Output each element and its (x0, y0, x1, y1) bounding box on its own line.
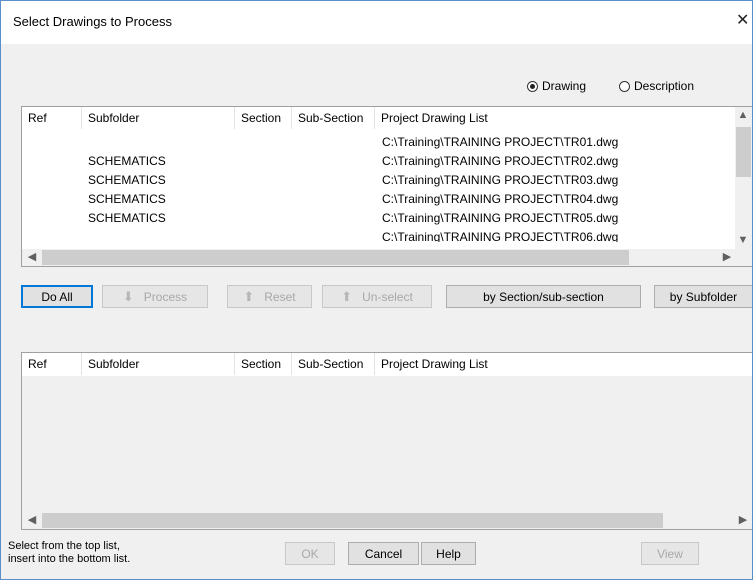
row-subfolder: SCHEMATICS (88, 192, 166, 206)
by-subfolder-button[interactable]: by Subfolder (654, 285, 753, 308)
bottom-col-subsection[interactable]: Sub-Section (292, 353, 375, 375)
scroll-up-icon[interactable]: ▲ (735, 107, 751, 124)
help-button[interactable]: Help (421, 542, 476, 565)
bottom-col-section[interactable]: Section (235, 353, 292, 375)
bottom-horizontal-thumb[interactable] (42, 513, 663, 528)
scroll-right-icon[interactable]: ▶ (735, 512, 751, 529)
radio-drawing-indicator[interactable] (527, 80, 538, 92)
radio-drawing-label: Drawing (542, 79, 587, 93)
bottom-col-subfolder[interactable]: Subfolder (82, 353, 235, 375)
row-path: C:\Training\TRAINING PROJECT\TR02.dwg (382, 154, 619, 168)
bottom-horizontal-scrollbar[interactable]: ◀ ▶ (22, 512, 752, 529)
by-section-button[interactable]: by Section/sub-section (446, 285, 641, 308)
row-subfolder: SCHEMATICS (88, 211, 166, 225)
row-path: C:\Training\TRAINING PROJECT\TR03.dwg (382, 173, 619, 187)
top-col-drawing-list[interactable]: Project Drawing List (375, 107, 737, 129)
scroll-left-icon[interactable]: ◀ (24, 249, 40, 266)
process-button[interactable]: ⬇ Process (102, 285, 208, 308)
bottom-drawing-list[interactable]: Ref Subfolder Section Sub-Section Projec… (21, 352, 753, 530)
top-horizontal-scrollbar[interactable]: ◀ ▶ (22, 249, 752, 266)
bottom-col-ref[interactable]: Ref (22, 353, 82, 375)
do-all-button[interactable]: Do All (21, 285, 93, 308)
reset-button-label: Reset (264, 289, 296, 304)
radio-description-indicator[interactable] (619, 80, 630, 92)
cancel-button[interactable]: Cancel (348, 542, 419, 565)
reset-button[interactable]: ⬆ Reset (227, 285, 312, 308)
status-line-2: insert into the bottom list. (8, 553, 131, 565)
arrow-up-icon: ⬆ (341, 288, 353, 304)
process-button-label: Process (143, 289, 188, 304)
title-bar: Select Drawings to Process ✕ (0, 0, 753, 44)
bottom-col-drawing-list[interactable]: Project Drawing List (375, 353, 752, 375)
top-col-ref[interactable]: Ref (22, 107, 82, 129)
radio-drawing[interactable]: Drawing (527, 79, 586, 93)
row-path: C:\Training\TRAINING PROJECT\TR06.dwg (382, 230, 619, 242)
scroll-left-icon[interactable]: ◀ (24, 512, 40, 529)
status-line-1: Select from the top list, (8, 540, 120, 552)
row-path: C:\Training\TRAINING PROJECT\TR05.dwg (382, 211, 619, 225)
row-path: C:\Training\TRAINING PROJECT\TR04.dwg (382, 192, 619, 206)
top-drawing-list[interactable]: Ref Subfolder Section Sub-Section Projec… (21, 106, 753, 267)
top-vertical-scrollbar[interactable]: ▲ ▼ (735, 107, 752, 249)
ok-button[interactable]: OK (285, 542, 335, 565)
row-subfolder: SCHEMATICS (88, 173, 166, 187)
row-path: C:\Training\TRAINING PROJECT\TR01.dwg (382, 135, 619, 149)
view-button[interactable]: View (641, 542, 699, 565)
bottom-list-empty-area (22, 376, 752, 512)
top-col-subfolder[interactable]: Subfolder (82, 107, 235, 129)
top-horizontal-thumb[interactable] (42, 250, 629, 265)
status-text: Select from the top list, insert into th… (8, 540, 130, 566)
top-vertical-thumb[interactable] (736, 127, 751, 177)
arrow-up-icon: ⬆ (243, 288, 255, 304)
scroll-down-icon[interactable]: ▼ (735, 232, 751, 249)
unselect-button[interactable]: ⬆ Un-select (322, 285, 432, 308)
arrow-down-icon: ⬇ (122, 288, 134, 304)
scroll-right-icon[interactable]: ▶ (719, 249, 735, 266)
close-icon[interactable]: ✕ (736, 10, 749, 30)
radio-description[interactable]: Description (619, 79, 694, 93)
unselect-button-label: Un-select (362, 289, 413, 304)
top-col-section[interactable]: Section (235, 107, 292, 129)
top-col-subsection[interactable]: Sub-Section (292, 107, 375, 129)
row-subfolder: SCHEMATICS (88, 154, 166, 168)
window-title: Select Drawings to Process (13, 14, 172, 29)
radio-description-label: Description (634, 79, 695, 93)
